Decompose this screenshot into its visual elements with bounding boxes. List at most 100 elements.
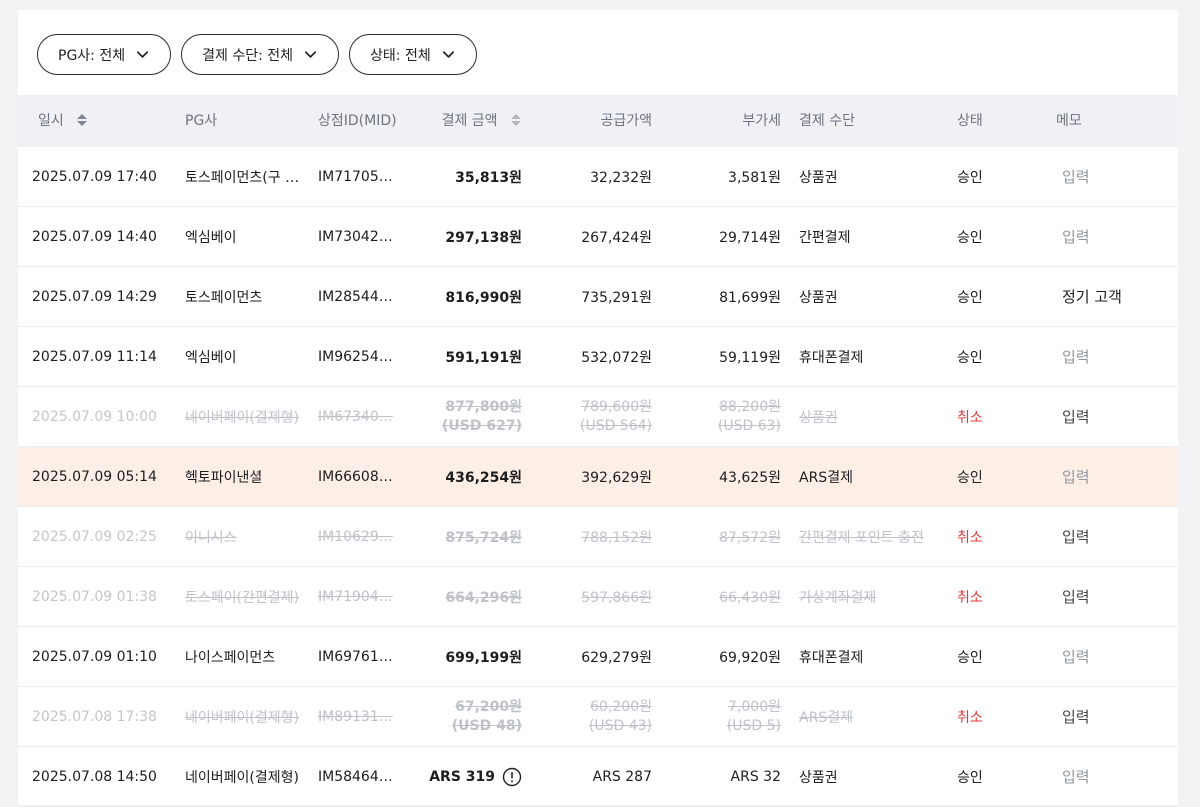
memo-input[interactable]: 입력 <box>1062 406 1090 427</box>
vat-value: 59,119원 <box>719 349 781 366</box>
cell-memo[interactable]: 정기 고객 <box>1062 267 1172 326</box>
cell-vat: 3,581원 <box>668 147 781 206</box>
cell-mid: IM89131… <box>318 687 398 746</box>
table-row[interactable]: 2025.07.09 10:00 네이버페이(결제형) IM67340… 877,80… <box>18 387 1178 447</box>
cell-pg: 네이버페이(결제형) <box>185 747 300 806</box>
status-value: 승인 <box>957 229 983 246</box>
memo-input[interactable]: 입력 <box>1062 646 1090 667</box>
cell-memo[interactable]: 입력 <box>1062 507 1172 566</box>
cell-vat: 69,920원 <box>668 627 781 686</box>
supply-value: 267,424원 <box>581 229 652 246</box>
amount-value: 35,813원 <box>455 169 522 186</box>
cell-memo[interactable]: 입력 <box>1062 147 1172 206</box>
cell-amount: 436,254원 <box>418 447 522 506</box>
amount-usd: (USD 627) <box>442 417 522 434</box>
mid-value: IM58464… <box>318 768 393 785</box>
cell-method: 상품권 <box>799 747 949 806</box>
cell-date: 2025.07.09 05:14 <box>32 447 182 506</box>
cell-supply: 735,291원 <box>538 267 652 326</box>
date-value: 2025.07.09 05:14 <box>32 468 157 485</box>
table-row[interactable]: 2025.07.09 17:40 토스페이먼츠(구 … IM71705… 35,813… <box>18 147 1178 207</box>
vat-value: ARS 32 <box>730 768 781 785</box>
cell-memo[interactable]: 입력 <box>1062 567 1172 626</box>
cell-memo[interactable]: 입력 <box>1062 447 1172 506</box>
status-badge: 취소 <box>957 687 1017 746</box>
mid-value: IM28544… <box>318 288 393 305</box>
cell-amount: 699,199원 <box>418 627 522 686</box>
memo-input[interactable]: 입력 <box>1062 466 1090 487</box>
cell-supply: 789,600원 (USD 564) <box>538 387 652 446</box>
mid-value: IM96254… <box>318 348 393 365</box>
cell-date: 2025.07.09 02:25 <box>32 507 182 566</box>
chevron-down-icon <box>442 51 454 58</box>
table-row[interactable]: 2025.07.09 01:38 토스페이(간편결제) IM71904… 664,29… <box>18 567 1178 627</box>
mid-value: IM89131… <box>318 708 393 725</box>
table-row[interactable]: 2025.07.09 14:40 엑심베이 IM73042… 297,138원 267,… <box>18 207 1178 267</box>
pg-value: 이니시스 <box>185 529 237 546</box>
date-value: 2025.07.09 01:38 <box>32 588 157 605</box>
filter-method[interactable]: 결제 수단: 전체 <box>181 34 340 75</box>
column-date[interactable]: 일시 <box>38 95 88 147</box>
status-value: 승인 <box>957 469 983 486</box>
filter-pg[interactable]: PG사: 전체 <box>37 34 172 75</box>
cell-pg: 헥토파이낸셜 <box>185 447 300 506</box>
status-badge: 승인 <box>957 447 1017 506</box>
memo-input[interactable]: 정기 고객 <box>1062 286 1122 307</box>
memo-input[interactable]: 입력 <box>1062 586 1090 607</box>
memo-input[interactable]: 입력 <box>1062 346 1090 367</box>
filter-status[interactable]: 상태: 전체 <box>349 34 477 75</box>
cell-method: 상품권 <box>799 267 949 326</box>
cell-method: 휴대폰결제 <box>799 327 949 386</box>
cell-mid: IM96254… <box>318 327 398 386</box>
vat-value: 81,699원 <box>719 289 781 306</box>
method-value: 상품권 <box>799 289 838 306</box>
table-row[interactable]: 2025.07.09 11:14 엑심베이 IM96254… 591,191원 532,… <box>18 327 1178 387</box>
cell-method: ARS결제 <box>799 687 949 746</box>
table-row[interactable]: 2025.07.09 05:14 헥토파이낸셜 IM66608… 436,254원 39… <box>18 447 1178 507</box>
supply-usd: (USD 564) <box>579 417 652 434</box>
mid-value: IM10629… <box>318 528 393 545</box>
method-value: 휴대폰결제 <box>799 649 864 666</box>
table-row[interactable]: 2025.07.09 02:25 이니시스 IM10629… 875,724원 788,… <box>18 507 1178 567</box>
supply-value: 392,629원 <box>581 469 652 486</box>
table-row[interactable]: 2025.07.09 01:10 나이스페이먼츠 IM69761… 699,199원 6… <box>18 627 1178 687</box>
alert-circle-icon[interactable] <box>502 767 522 787</box>
status-badge: 승인 <box>957 147 1017 206</box>
cell-date: 2025.07.09 10:00 <box>32 387 182 446</box>
status-value: 승인 <box>957 289 983 306</box>
column-amount[interactable]: 결제 금액 <box>418 95 522 147</box>
sort-icon[interactable] <box>510 113 522 127</box>
filter-pg-label: PG사: 전체 <box>58 47 126 64</box>
cell-mid: IM10629… <box>318 507 398 566</box>
cell-memo[interactable]: 입력 <box>1062 627 1172 686</box>
mid-value: IM69761… <box>318 648 393 665</box>
amount-value: 699,199원 <box>445 649 522 666</box>
cell-memo[interactable]: 입력 <box>1062 747 1172 806</box>
cell-memo[interactable]: 입력 <box>1062 207 1172 266</box>
pg-value: 네이버페이(결제형) <box>185 769 299 786</box>
cell-method: ARS결제 <box>799 447 949 506</box>
memo-input[interactable]: 입력 <box>1062 766 1090 787</box>
cell-memo[interactable]: 입력 <box>1062 687 1172 746</box>
cell-amount: ARS 319 <box>418 747 522 806</box>
table-row[interactable]: 2025.07.08 17:38 네이버페이(결제형) IM89131… 67,200… <box>18 687 1178 747</box>
vat-value: 29,714원 <box>719 229 781 246</box>
mid-value: IM73042… <box>318 228 393 245</box>
sort-icon[interactable] <box>76 113 88 127</box>
cell-memo[interactable]: 입력 <box>1062 387 1172 446</box>
cell-memo[interactable]: 입력 <box>1062 327 1172 386</box>
supply-value: 735,291원 <box>581 289 652 306</box>
supply-value: 60,200원 <box>590 698 652 715</box>
memo-input[interactable]: 입력 <box>1062 706 1090 727</box>
memo-input[interactable]: 입력 <box>1062 226 1090 247</box>
method-value: 휴대폰결제 <box>799 349 864 366</box>
table-row[interactable]: 2025.07.08 14:50 네이버페이(결제형) IM58464… ARS 31… <box>18 747 1178 807</box>
cell-date: 2025.07.09 11:14 <box>32 327 182 386</box>
memo-input[interactable]: 입력 <box>1062 526 1090 547</box>
column-date-label: 일시 <box>38 113 64 129</box>
date-value: 2025.07.09 01:10 <box>32 648 157 665</box>
memo-input[interactable]: 입력 <box>1062 166 1090 187</box>
cell-vat: 87,572원 <box>668 507 781 566</box>
cell-pg: 엑심베이 <box>185 327 300 386</box>
table-row[interactable]: 2025.07.09 14:29 토스페이먼츠 IM28544… 816,990원 73… <box>18 267 1178 327</box>
